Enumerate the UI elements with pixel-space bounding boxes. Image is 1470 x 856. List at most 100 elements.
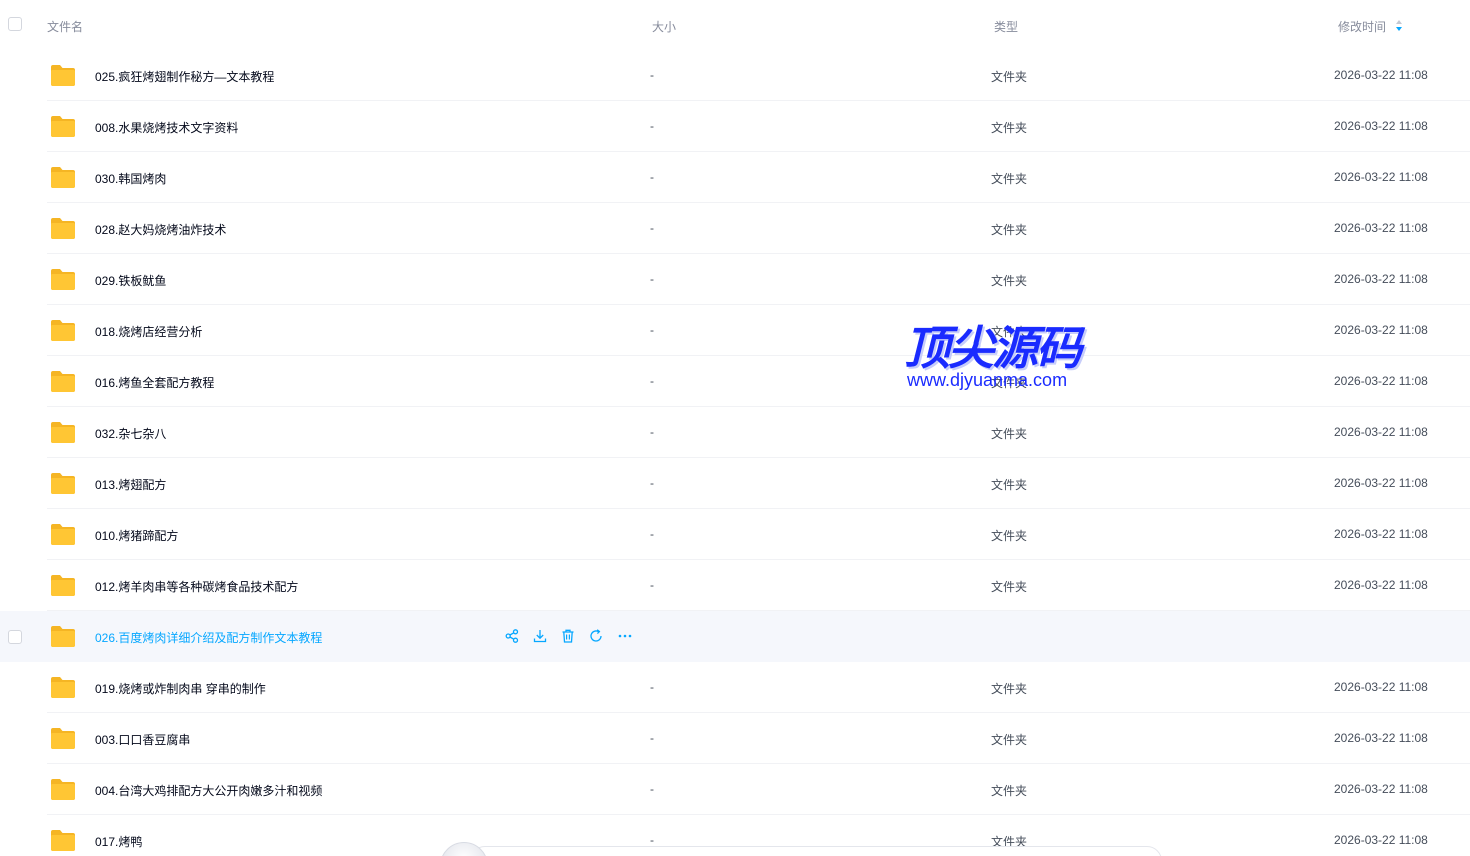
file-modified-time: 2026-03-22 11:08 <box>1334 578 1428 592</box>
file-row[interactable]: 028.赵大妈烧烤油炸技术 - 文件夹 2026-03-22 11:08 <box>0 203 1470 254</box>
column-header-name[interactable]: 文件名 <box>47 18 83 35</box>
folder-icon <box>50 114 76 138</box>
file-modified-time: 2026-03-22 11:08 <box>1334 374 1428 388</box>
file-name[interactable]: 004.台湾大鸡排配方大公开肉嫩多汁和视频 <box>95 782 322 799</box>
file-row[interactable]: 012.烤羊肉串等各种碳烤食品技术配方 - 文件夹 2026-03-22 11:08 <box>0 560 1470 611</box>
folder-icon <box>50 63 76 87</box>
file-row[interactable]: 019.烧烤或炸制肉串 穿串的制作 - 文件夹 2026-03-22 11:08 <box>0 662 1470 713</box>
file-type: 文件夹 <box>991 784 1028 798</box>
share-icon[interactable] <box>504 628 520 644</box>
file-type: 文件夹 <box>991 682 1028 696</box>
file-name[interactable]: 030.韩国烤肉 <box>95 170 166 187</box>
file-name[interactable]: 018.烧烤店经营分析 <box>95 323 202 340</box>
folder-icon <box>50 165 76 189</box>
file-size: - <box>650 170 654 184</box>
file-name[interactable]: 010.烤猪蹄配方 <box>95 527 178 544</box>
file-name[interactable]: 017.烤鸭 <box>95 833 142 850</box>
file-row[interactable]: 003.口口香豆腐串 - 文件夹 2026-03-22 11:08 <box>0 713 1470 764</box>
file-size: - <box>650 578 654 592</box>
folder-icon <box>50 777 76 801</box>
bottom-toolbar[interactable] <box>470 846 1162 856</box>
file-type: 文件夹 <box>991 529 1028 543</box>
watermark-url: www.djyuanma.com <box>907 370 1068 390</box>
file-type: 文件夹 <box>991 121 1028 135</box>
file-modified-time: 2026-03-22 11:08 <box>1334 833 1428 847</box>
folder-icon <box>50 216 76 240</box>
file-name[interactable]: 019.烧烤或炸制肉串 穿串的制作 <box>95 680 266 697</box>
file-size: - <box>650 782 654 796</box>
sort-icon[interactable] <box>1395 19 1403 32</box>
file-modified-time: 2026-03-22 11:08 <box>1334 680 1428 694</box>
file-modified-time: 2026-03-22 11:08 <box>1334 221 1428 235</box>
file-row[interactable]: 025.疯狂烤翅制作秘方—文本教程 - 文件夹 2026-03-22 11:08 <box>0 50 1470 101</box>
file-type: 文件夹 <box>991 427 1028 441</box>
folder-icon <box>50 471 76 495</box>
file-size: - <box>650 731 654 745</box>
file-modified-time: 2026-03-22 11:08 <box>1334 731 1428 745</box>
column-header-time[interactable]: 修改时间 <box>1338 18 1386 35</box>
file-modified-time: 2026-03-22 11:08 <box>1334 68 1428 82</box>
folder-icon <box>50 522 76 546</box>
watermark: 顶尖源码 www.djyuanma.com <box>898 312 1098 396</box>
file-size: - <box>650 425 654 439</box>
file-modified-time: 2026-03-22 11:08 <box>1334 782 1428 796</box>
file-name[interactable]: 016.烤鱼全套配方教程 <box>95 374 214 391</box>
file-name[interactable]: 003.口口香豆腐串 <box>95 731 190 748</box>
file-modified-time: 2026-03-22 11:08 <box>1334 527 1428 541</box>
file-modified-time: 2026-03-22 11:08 <box>1334 425 1428 439</box>
download-icon[interactable] <box>532 628 548 644</box>
file-modified-time: 2026-03-22 11:08 <box>1334 170 1428 184</box>
file-row[interactable]: 029.铁板鱿鱼 - 文件夹 2026-03-22 11:08 <box>0 254 1470 305</box>
file-row[interactable]: 026.百度烤肉详细介绍及配方制作文本教程 <box>0 611 1470 662</box>
file-row[interactable]: 016.烤鱼全套配方教程 - 文件夹 2026-03-22 11:08 <box>0 356 1470 407</box>
file-row[interactable]: 008.水果烧烤技术文字资料 - 文件夹 2026-03-22 11:08 <box>0 101 1470 152</box>
file-name[interactable]: 008.水果烧烤技术文字资料 <box>95 119 238 136</box>
file-type: 文件夹 <box>991 172 1028 186</box>
file-name[interactable]: 013.烤翅配方 <box>95 476 166 493</box>
delete-icon[interactable] <box>560 628 576 644</box>
file-size: - <box>650 527 654 541</box>
file-type: 文件夹 <box>991 223 1028 237</box>
file-list: 025.疯狂烤翅制作秘方—文本教程 - 文件夹 2026-03-22 11:08 008… <box>0 50 1470 856</box>
row-checkbox[interactable] <box>8 630 22 644</box>
file-size: - <box>650 374 654 388</box>
file-name[interactable]: 028.赵大妈烧烤油炸技术 <box>95 221 226 238</box>
column-header-size[interactable]: 大小 <box>652 18 676 35</box>
watermark-title: 顶尖源码 <box>904 322 1082 374</box>
file-row[interactable]: 010.烤猪蹄配方 - 文件夹 2026-03-22 11:08 <box>0 509 1470 560</box>
file-size: - <box>650 119 654 133</box>
file-row[interactable]: 030.韩国烤肉 - 文件夹 2026-03-22 11:08 <box>0 152 1470 203</box>
folder-icon <box>50 624 76 648</box>
file-size: - <box>650 272 654 286</box>
more-icon[interactable] <box>617 628 633 644</box>
folder-icon <box>50 267 76 291</box>
file-size: - <box>650 833 654 847</box>
file-name[interactable]: 029.铁板鱿鱼 <box>95 272 166 289</box>
folder-icon <box>50 318 76 342</box>
folder-icon <box>50 420 76 444</box>
folder-icon <box>50 675 76 699</box>
column-header-type[interactable]: 类型 <box>994 18 1018 35</box>
folder-icon <box>50 828 76 852</box>
file-name[interactable]: 026.百度烤肉详细介绍及配方制作文本教程 <box>95 629 322 646</box>
folder-icon <box>50 726 76 750</box>
file-size: - <box>650 680 654 694</box>
select-all-checkbox[interactable] <box>8 17 22 31</box>
file-name[interactable]: 032.杂七杂八 <box>95 425 166 442</box>
file-size: - <box>650 68 654 82</box>
folder-icon <box>50 573 76 597</box>
folder-icon <box>50 369 76 393</box>
file-name[interactable]: 012.烤羊肉串等各种碳烤食品技术配方 <box>95 578 298 595</box>
file-size: - <box>650 476 654 490</box>
file-modified-time: 2026-03-22 11:08 <box>1334 476 1428 490</box>
file-list-page: 文件名 大小 类型 修改时间 025.疯狂烤翅制作秘方—文本教程 - 文件夹 2026… <box>0 0 1470 856</box>
file-row[interactable]: 018.烧烤店经营分析 - 文件夹 2026-03-22 11:08 <box>0 305 1470 356</box>
file-name[interactable]: 025.疯狂烤翅制作秘方—文本教程 <box>95 68 274 85</box>
file-modified-time: 2026-03-22 11:08 <box>1334 119 1428 133</box>
file-modified-time: 2026-03-22 11:08 <box>1334 272 1428 286</box>
refresh-icon[interactable] <box>588 628 604 644</box>
file-row[interactable]: 032.杂七杂八 - 文件夹 2026-03-22 11:08 <box>0 407 1470 458</box>
file-modified-time: 2026-03-22 11:08 <box>1334 323 1428 337</box>
file-row[interactable]: 013.烤翅配方 - 文件夹 2026-03-22 11:08 <box>0 458 1470 509</box>
file-row[interactable]: 004.台湾大鸡排配方大公开肉嫩多汁和视频 - 文件夹 2026-03-22 11:0… <box>0 764 1470 815</box>
